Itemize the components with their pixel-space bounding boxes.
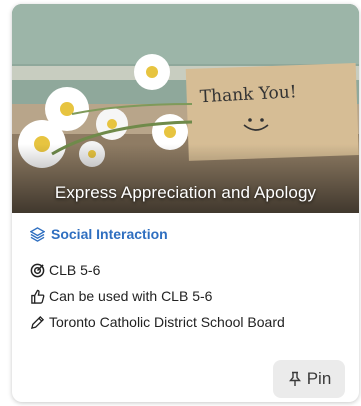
- level-row: CLB 5-6: [30, 262, 100, 278]
- category-link[interactable]: Social Interaction: [30, 226, 168, 242]
- pin-icon: [288, 371, 301, 386]
- card-title[interactable]: Express Appreciation and Apology: [12, 183, 359, 203]
- organization-text: Toronto Catholic District School Board: [49, 314, 285, 330]
- layers-icon: [30, 226, 45, 242]
- level-text: CLB 5-6: [49, 262, 101, 278]
- organization-row: Toronto Catholic District School Board: [30, 314, 285, 330]
- category-label: Social Interaction: [51, 226, 168, 242]
- resource-card[interactable]: Thank You! Express Appreciation and Apol…: [12, 4, 359, 402]
- thumbs-up-icon: [31, 289, 45, 304]
- usage-text: Can be used with CLB 5-6: [49, 288, 213, 304]
- usage-row: Can be used with CLB 5-6: [30, 288, 212, 304]
- pin-button[interactable]: Pin: [273, 360, 345, 398]
- target-icon: [30, 263, 45, 277]
- thank-you-card-photo: Thank You!: [12, 4, 359, 213]
- pin-label: Pin: [306, 369, 332, 388]
- hero-image[interactable]: Thank You! Express Appreciation and Apol…: [12, 4, 359, 213]
- pencil-icon: [30, 315, 45, 329]
